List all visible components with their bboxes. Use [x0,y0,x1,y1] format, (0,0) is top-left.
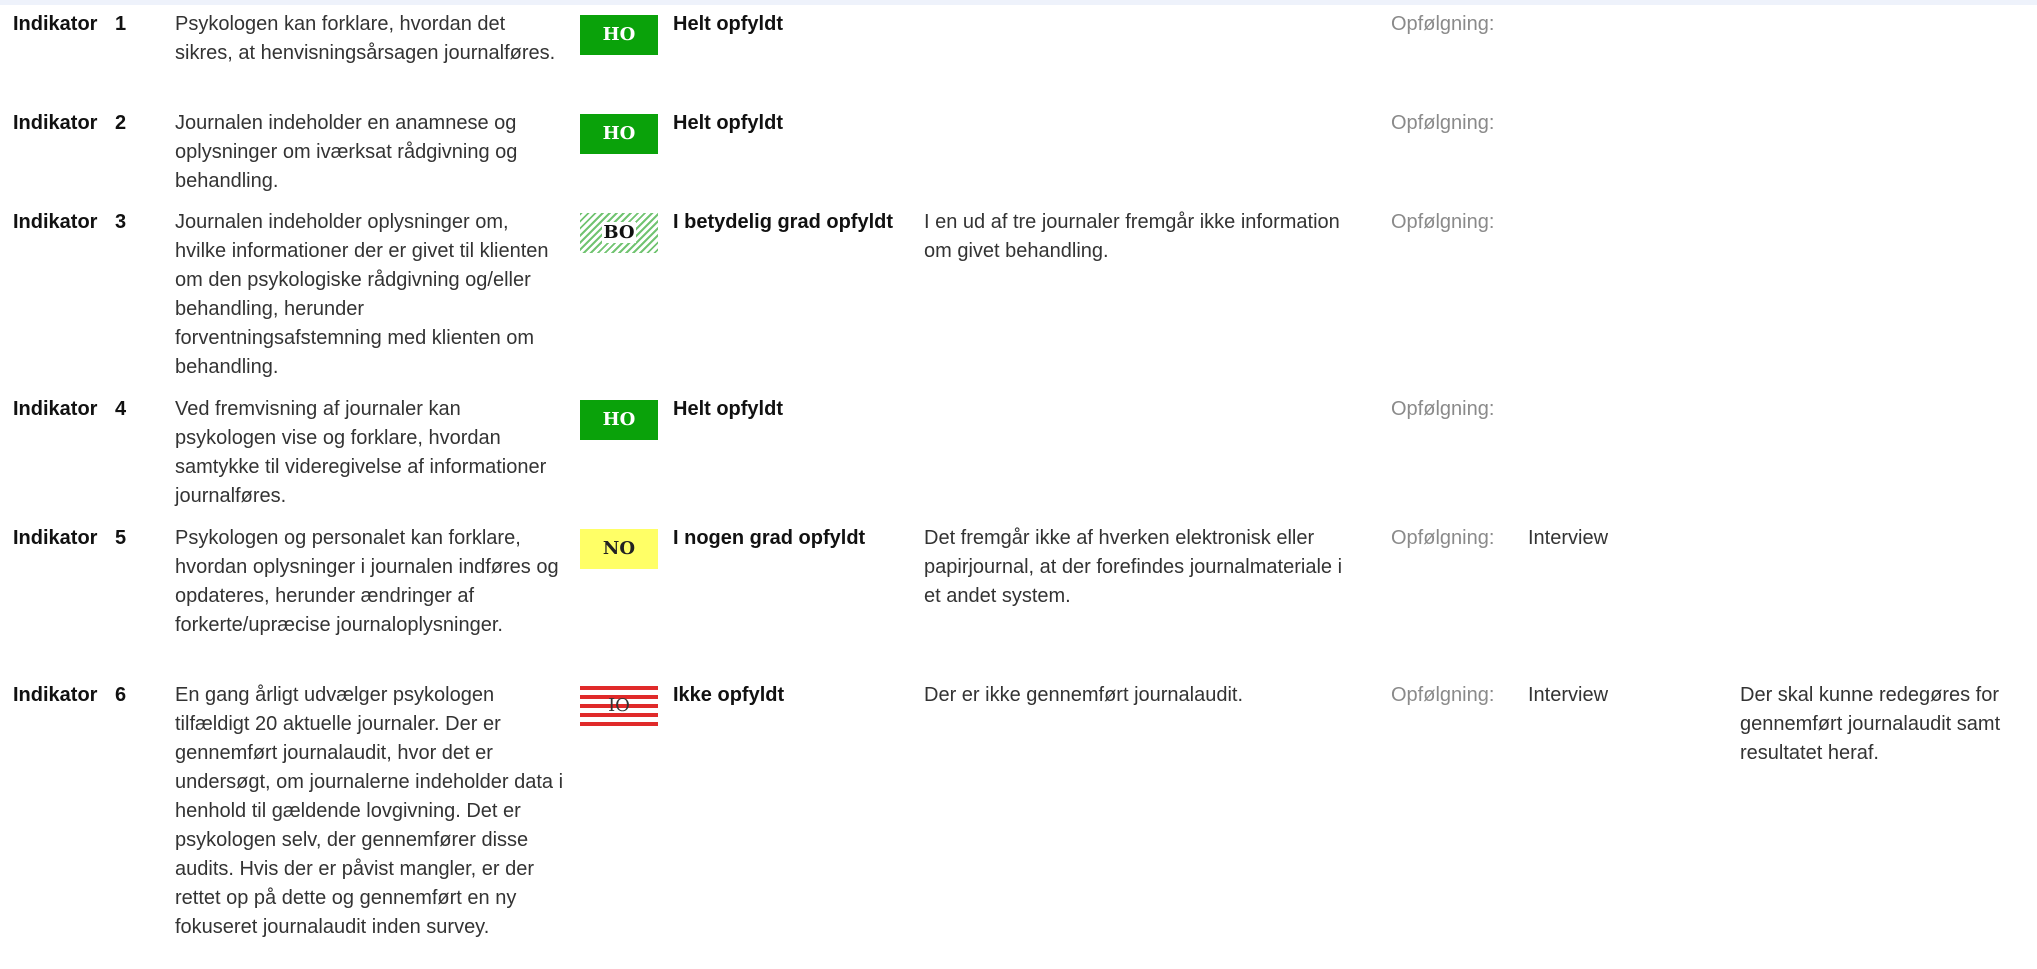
followup-label: Opfølgning: [1391,398,1495,420]
indicator-description: Journalen indeholder oplysninger om, hvi… [175,211,549,378]
indicator-row: Indikator 3 Journalen indeholder oplysni… [0,208,2037,388]
followup-label: Opfølgning: [1391,112,1495,134]
status-text: Helt opfyldt [673,398,783,420]
indicator-label: Indikator [13,112,98,134]
indicator-row: Indikator 6 En gang årligt udvælger psyk… [0,681,2037,969]
indicator-description: Psykologen kan forklare, hvordan det sik… [175,13,556,64]
indicator-row: Indikator 1 Psykologen kan forklare, hvo… [0,10,2037,100]
followup-value: Interview [1528,527,1609,549]
indicator-label: Indikator [13,13,98,35]
indicator-description: En gang årligt udvælger psykologen tilfæ… [175,684,564,938]
status-badge: BO [580,213,658,253]
indicator-number: 3 [115,211,127,233]
required-action: Der skal kunne redegøres for gennemført … [1740,684,2001,764]
indicator-label: Indikator [13,684,98,706]
finding-note: I en ud af tre journaler fremgår ikke in… [924,211,1340,262]
indicator-description: Ved fremvisning af journaler kan psykolo… [175,398,547,507]
indicator-description: Psykologen og personalet kan forklare, h… [175,527,559,636]
indicator-label: Indikator [13,398,98,420]
status-badge: HO [580,400,658,440]
followup-label: Opfølgning: [1391,211,1495,233]
indicator-number: 2 [115,112,127,134]
indicator-row: Indikator 2 Journalen indeholder en anam… [0,109,2037,199]
indicator-number: 6 [115,684,127,706]
indicator-number: 5 [115,527,127,549]
status-text: I nogen grad opfyldt [673,527,866,549]
status-badge: HO [580,114,658,154]
top-strip [0,0,2037,5]
followup-label: Opfølgning: [1391,684,1495,706]
followup-value: Interview [1528,684,1609,706]
status-text: Helt opfyldt [673,112,783,134]
indicator-row: Indikator 5 Psykologen og personalet kan… [0,524,2037,674]
indicator-number: 1 [115,13,127,35]
badge-code: HO [602,123,636,144]
badge-code: BO [602,222,636,243]
status-text: I betydelig grad opfyldt [673,211,894,233]
status-text: Ikke opfyldt [673,684,785,706]
badge-code: NO [602,538,636,559]
status-text: Helt opfyldt [673,13,783,35]
indicator-row: Indikator 4 Ved fremvisning af journaler… [0,395,2037,515]
followup-label: Opfølgning: [1391,527,1495,549]
status-badge: IO [580,686,658,726]
indicator-description: Journalen indeholder en anamnese og oply… [175,112,518,192]
badge-code: HO [602,24,636,45]
status-badge: NO [580,529,658,569]
status-badge: HO [580,15,658,55]
indicator-label: Indikator [13,211,98,233]
indicator-number: 4 [115,398,127,420]
finding-note: Det fremgår ikke af hverken elektronisk … [924,527,1343,607]
indicator-label: Indikator [13,527,98,549]
badge-code: IO [608,695,630,716]
badge-code: HO [602,409,636,430]
finding-note: Der er ikke gennemført journalaudit. [924,684,1244,706]
followup-label: Opfølgning: [1391,13,1495,35]
